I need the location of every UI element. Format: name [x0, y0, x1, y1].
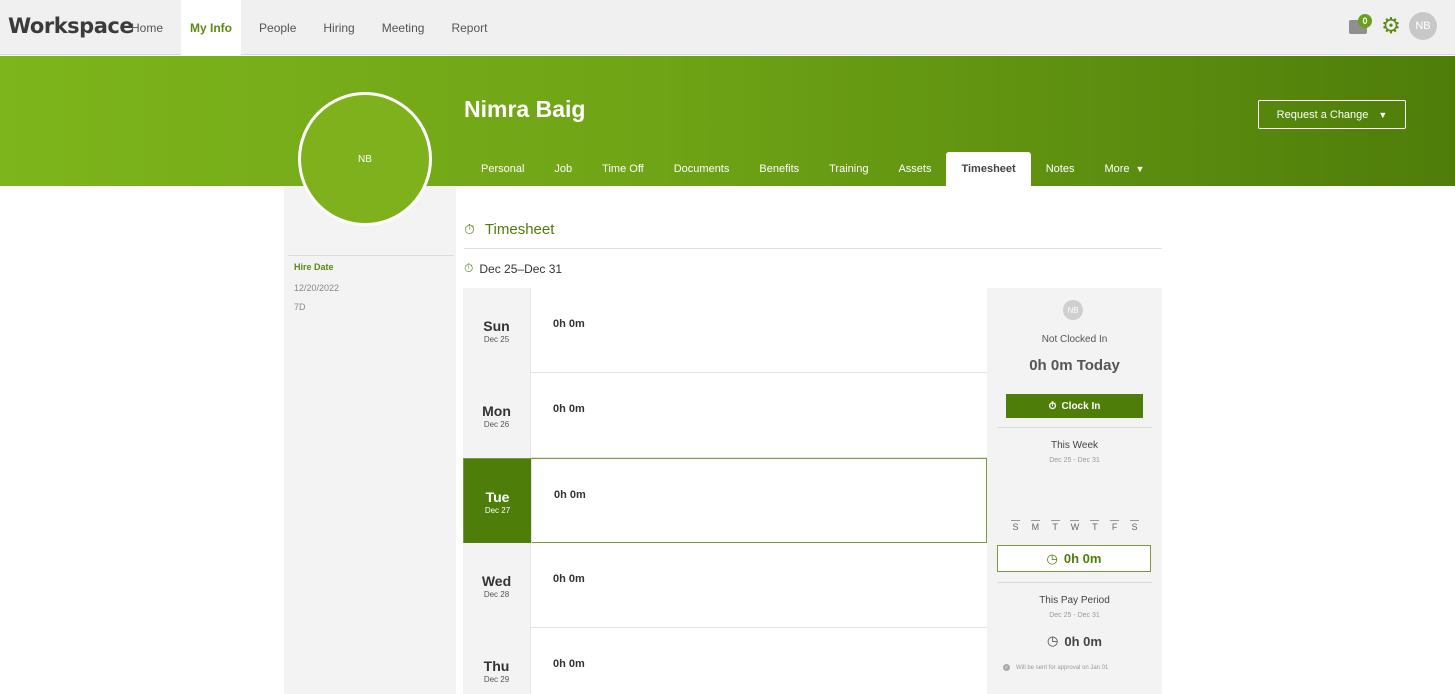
sidebar-divider [288, 255, 454, 256]
day-name: Sun [483, 317, 510, 334]
user-avatar[interactable]: NB [1409, 12, 1437, 40]
top-right-icons: 0 ⚙ NB [1347, 12, 1437, 40]
main-nav: Home My Info People Hiring Meeting Repor… [122, 0, 505, 55]
nav-meeting[interactable]: Meeting [373, 0, 434, 55]
day-row-thu[interactable]: Thu Dec 29 0h 0m [463, 628, 987, 694]
day-label: Sun Dec 25 [463, 288, 531, 373]
weekday-strip: S M T W T F S [1011, 520, 1139, 532]
workspace-logo[interactable]: Workspace [8, 14, 134, 38]
clock-icon: ◷ [1046, 550, 1058, 566]
weekday-label: M [1030, 520, 1040, 532]
tab-more[interactable]: More ▼ [1089, 152, 1159, 186]
hire-date-value: 12/20/2022 [294, 283, 340, 293]
profile-tabs: Personal Job Time Off Documents Benefits… [466, 152, 1159, 186]
profile-avatar[interactable]: NB [298, 92, 432, 226]
hire-date-label: Hire Date [294, 262, 334, 272]
approval-note: ✓ Will be sent for approval on Jan 01 [1003, 664, 1108, 671]
pay-period-total-row: ◷ 0h 0m [987, 633, 1162, 649]
this-week-range: Dec 25 - Dec 31 [1049, 457, 1100, 464]
week-range-text: Dec 25–Dec 31 [479, 261, 563, 276]
weekday-label: T [1090, 520, 1100, 532]
tab-notes[interactable]: Notes [1031, 152, 1090, 186]
tab-benefits[interactable]: Benefits [744, 152, 814, 186]
weekday-label: S [1129, 520, 1139, 532]
day-name: Thu [483, 657, 510, 674]
week-range: ⏱ Dec 25–Dec 31 [464, 261, 562, 276]
tab-job[interactable]: Job [539, 152, 587, 186]
day-date: Dec 27 [484, 505, 511, 515]
nav-people[interactable]: People [250, 0, 305, 55]
panel-divider [997, 582, 1152, 583]
day-date: Dec 26 [483, 419, 510, 429]
weekday-label: T [1050, 520, 1060, 532]
check-icon: ✓ [1003, 664, 1010, 671]
tab-training[interactable]: Training [814, 152, 883, 186]
stopwatch-icon: ⏱ [464, 261, 474, 275]
timesheet-icon: ⏱ [464, 221, 475, 237]
request-change-label: Request a Change [1276, 108, 1369, 121]
today-total: 0h 0m Today [1029, 357, 1120, 374]
pay-period-total: 0h 0m [1064, 633, 1102, 649]
panel-divider [997, 427, 1152, 428]
day-date: Dec 25 [483, 334, 510, 344]
week-total-box: ◷ 0h 0m [997, 545, 1151, 572]
clock-in-button[interactable]: ⏱ Clock In [1006, 394, 1143, 418]
day-row-wed[interactable]: Wed Dec 28 0h 0m [463, 543, 987, 628]
inbox-icon[interactable]: 0 [1347, 14, 1373, 38]
nav-report[interactable]: Report [442, 0, 496, 55]
tenure-value: 7D [294, 302, 306, 312]
weekday-label: W [1070, 520, 1080, 532]
section-divider [464, 248, 1162, 249]
tab-more-label: More [1104, 163, 1130, 175]
day-hours: 0h 0m [553, 318, 585, 330]
tab-assets[interactable]: Assets [883, 152, 946, 186]
nav-home[interactable]: Home [122, 0, 172, 55]
tab-timesheet[interactable]: Timesheet [946, 152, 1031, 186]
day-row-sun[interactable]: Sun Dec 25 0h 0m [463, 288, 987, 373]
top-navigation-bar: Workspace Home My Info People Hiring Mee… [0, 0, 1455, 55]
day-label: Tue Dec 27 [464, 459, 532, 544]
section-title-text: Timesheet [484, 221, 555, 238]
day-hours: 0h 0m [553, 658, 585, 670]
day-date: Dec 28 [483, 589, 510, 599]
caret-down-icon: ▼ [1378, 109, 1388, 120]
tab-personal[interactable]: Personal [466, 152, 539, 186]
day-hours: 0h 0m [553, 573, 585, 585]
clock-panel: NB Not Clocked In 0h 0m Today ⏱ Clock In… [987, 288, 1162, 694]
pay-period-title: This Pay Period [1039, 595, 1110, 606]
day-hours: 0h 0m [553, 403, 585, 415]
clock-status: Not Clocked In [1041, 334, 1108, 345]
day-name: Mon [482, 402, 511, 419]
day-list: Sun Dec 25 0h 0m Mon Dec 26 0h 0m Tue De… [463, 288, 987, 694]
approval-note-text: Will be sent for approval on Jan 01 [1016, 664, 1109, 671]
day-row-mon[interactable]: Mon Dec 26 0h 0m [463, 373, 987, 458]
day-label: Thu Dec 29 [463, 628, 531, 694]
clock-in-label: Clock In [1061, 400, 1101, 412]
this-week-title: This Week [1050, 440, 1099, 451]
section-title: ⏱ Timesheet [464, 221, 554, 238]
day-name: Wed [481, 572, 512, 589]
stopwatch-icon: ⏱ [1048, 400, 1057, 412]
week-total: 0h 0m [1063, 551, 1102, 566]
day-date: Dec 29 [483, 674, 510, 684]
day-row-tue[interactable]: Tue Dec 27 0h 0m [463, 458, 987, 544]
caret-down-icon: ▼ [1135, 164, 1145, 174]
weekday-label: S [1011, 520, 1020, 532]
nav-my-info[interactable]: My Info [181, 0, 242, 55]
tab-documents[interactable]: Documents [659, 152, 745, 186]
day-label: Wed Dec 28 [463, 543, 531, 628]
panel-avatar: NB [1063, 300, 1083, 320]
settings-gear-icon[interactable]: ⚙ [1379, 13, 1403, 38]
nav-hiring[interactable]: Hiring [314, 0, 363, 55]
pay-period-range: Dec 25 - Dec 31 [1049, 612, 1100, 619]
day-name: Tue [485, 488, 510, 505]
day-label: Mon Dec 26 [463, 373, 531, 458]
inbox-count-badge: 0 [1358, 14, 1372, 28]
clock-icon: ◷ [1047, 633, 1059, 648]
weekday-label: F [1110, 520, 1120, 532]
day-hours: 0h 0m [554, 489, 586, 501]
employee-name: Nimra Baig [464, 96, 586, 122]
request-change-button[interactable]: Request a Change ▼ [1258, 100, 1406, 129]
tab-time-off[interactable]: Time Off [587, 152, 659, 186]
